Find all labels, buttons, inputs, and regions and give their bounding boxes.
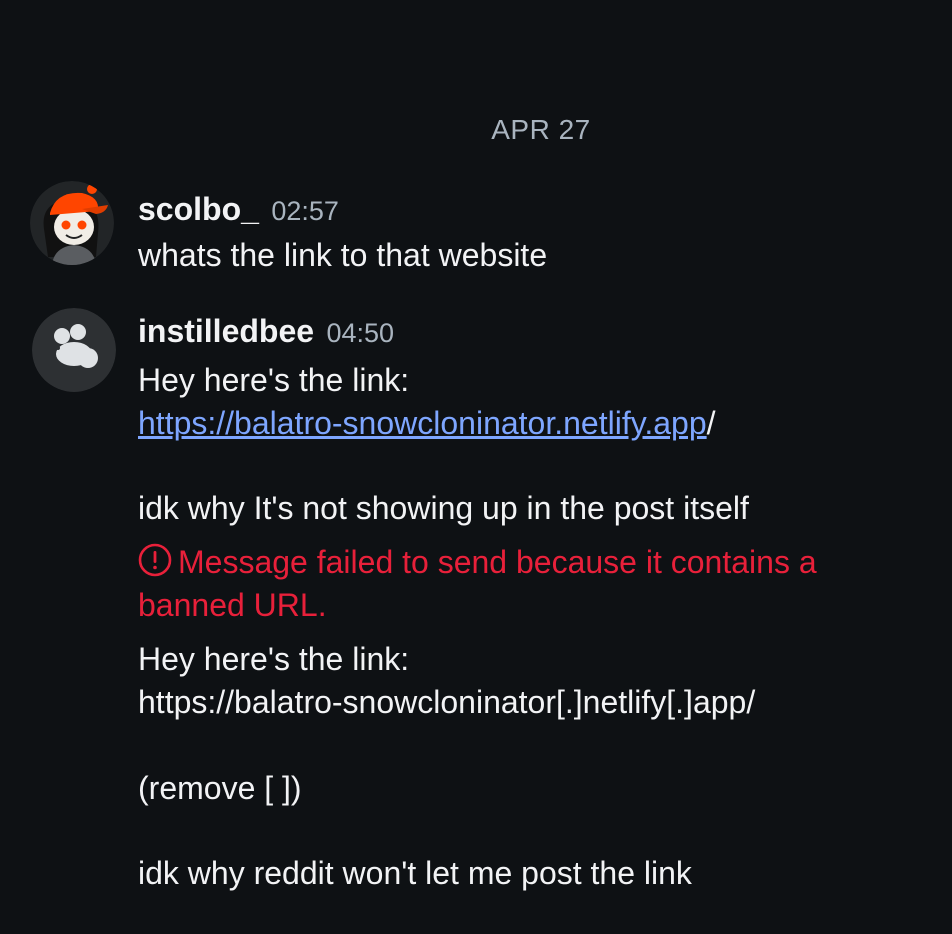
timestamp: 02:57 <box>271 196 339 226</box>
username[interactable]: scolbo_ <box>138 191 259 227</box>
avatar-scolbo[interactable] <box>30 181 114 265</box>
message-link-line: https://balatro-snowcloninator.netlify.a… <box>138 405 716 442</box>
message-text: idk why It's not showing up in the post … <box>138 490 749 526</box>
message-header-scolbo: scolbo_ 02:57 <box>138 191 339 228</box>
message-text: whats the link to that website <box>138 237 548 273</box>
send-error: Message failed to send because it contai… <box>138 543 817 585</box>
message-text: Hey here's the link: <box>138 362 410 398</box>
message-link[interactable]: https://balatro-snowcloninator.netlify.a… <box>138 405 707 441</box>
date-divider: APR 27 <box>491 114 591 145</box>
timestamp: 04:50 <box>326 318 395 348</box>
message-text: (remove [ ]) <box>138 770 302 806</box>
error-text-line1: Message failed to send because it contai… <box>178 544 817 580</box>
avatar-instilledbee[interactable] <box>32 308 116 392</box>
link-suffix: / <box>706 405 716 441</box>
username[interactable]: instilledbee <box>138 313 314 349</box>
message-text: idk why reddit won't let me post the lin… <box>138 855 692 891</box>
message-header-instilledbee: instilledbee 04:50 <box>138 313 394 350</box>
alert-circle-icon <box>138 543 172 585</box>
error-text-line2: banned URL. <box>138 587 327 623</box>
message-text: Hey here's the link: <box>138 641 410 677</box>
message-text: https://balatro-snowcloninator[.]netlify… <box>138 684 756 720</box>
